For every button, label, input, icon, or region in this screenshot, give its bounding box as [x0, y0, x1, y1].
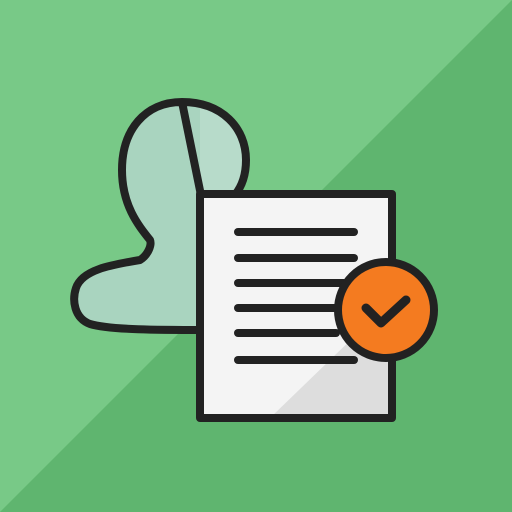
icon-canvas [0, 0, 512, 512]
checkmark-badge-icon [334, 258, 438, 362]
badge-circle [334, 258, 438, 362]
app-icon [0, 0, 512, 512]
